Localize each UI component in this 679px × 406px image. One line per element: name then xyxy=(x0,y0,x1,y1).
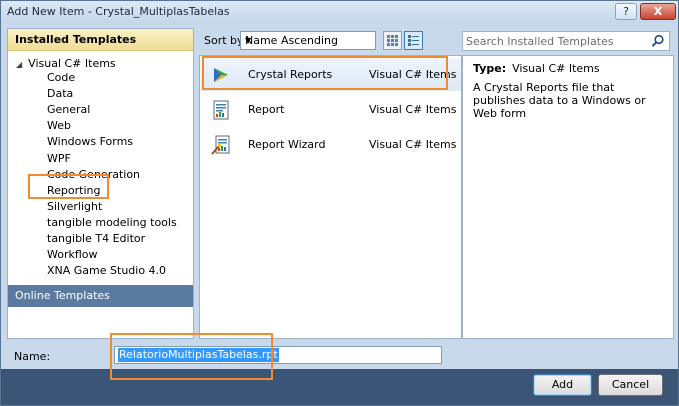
online-templates-header[interactable]: Online Templates xyxy=(8,285,193,307)
sort-by-dropdown[interactable]: Name Ascending ▼ xyxy=(240,31,376,50)
template-type-line: Type: Visual C# Items xyxy=(473,62,600,75)
online-templates-label: Online Templates xyxy=(15,289,110,302)
template-row-report-wizard[interactable]: Report Wizard Visual C# Items xyxy=(201,128,461,161)
tree-root-label: Visual C# Items xyxy=(28,57,116,70)
tree-item-code[interactable]: Code xyxy=(47,70,75,86)
crystal-reports-icon xyxy=(214,68,228,82)
installed-templates-label: Installed Templates xyxy=(15,33,137,46)
name-label: Name: xyxy=(14,350,51,363)
template-row-crystal-reports[interactable]: Crystal Reports Visual C# Items xyxy=(201,58,461,91)
template-details-panel: Type: Visual C# Items A Crystal Reports f… xyxy=(462,55,674,339)
tree-item-tangible-modeling-tools[interactable]: tangible modeling tools xyxy=(47,215,177,231)
template-name: Crystal Reports xyxy=(248,68,333,81)
tree-item-data[interactable]: Data xyxy=(47,86,73,102)
tree-item-general[interactable]: General xyxy=(47,102,90,118)
template-language: Visual C# Items xyxy=(369,138,457,151)
tree-item-code-generation[interactable]: Code Generation xyxy=(47,167,140,183)
window-title: Add New Item - Crystal_MultiplasTabelas xyxy=(7,5,230,18)
type-value: Visual C# Items xyxy=(512,62,600,75)
tree-item-xna-game-studio[interactable]: XNA Game Studio 4.0 xyxy=(47,263,166,279)
search-icon[interactable] xyxy=(651,34,665,48)
report-wizard-icon xyxy=(211,135,230,155)
tree-item-workflow[interactable]: Workflow xyxy=(47,247,98,263)
template-language: Visual C# Items xyxy=(369,103,457,116)
add-button[interactable]: Add xyxy=(533,374,592,396)
name-input-value: RelatorioMultiplasTabelas.rpt xyxy=(118,348,279,362)
installed-templates-header[interactable]: Installed Templates xyxy=(8,29,193,51)
close-button[interactable]: X xyxy=(640,3,676,20)
template-language: Visual C# Items xyxy=(369,68,457,81)
small-icons-grid-icon xyxy=(387,35,398,46)
add-new-item-dialog: Add New Item - Crystal_MultiplasTabelas … xyxy=(0,0,679,406)
tree-item-web[interactable]: Web xyxy=(47,118,71,134)
tree-item-silverlight[interactable]: Silverlight xyxy=(47,199,102,215)
tree-item-tangible-t4-editor[interactable]: tangible T4 Editor xyxy=(47,231,145,247)
cancel-button[interactable]: Cancel xyxy=(598,374,663,396)
title-bar: Add New Item - Crystal_MultiplasTabelas … xyxy=(1,1,678,23)
report-icon xyxy=(213,100,229,120)
list-view-button[interactable] xyxy=(404,31,423,50)
dropdown-arrow-icon: ▼ xyxy=(245,36,252,45)
tree-item-wpf[interactable]: WPF xyxy=(47,151,71,167)
name-input[interactable]: RelatorioMultiplasTabelas.rpt xyxy=(114,346,442,364)
list-view-icon xyxy=(408,35,419,46)
help-button[interactable]: ? xyxy=(615,3,637,20)
template-row-report[interactable]: Report Visual C# Items xyxy=(201,93,461,126)
type-label: Type: xyxy=(473,62,507,75)
tree-item-reporting[interactable]: Reporting xyxy=(47,183,100,199)
tree-root-visual-csharp[interactable]: ◢ Visual C# Items xyxy=(16,57,116,70)
templates-list-panel: Crystal Reports Visual C# Items Report V… xyxy=(199,55,462,339)
search-input[interactable] xyxy=(466,34,646,48)
search-box[interactable] xyxy=(462,31,670,51)
small-icons-view-button[interactable] xyxy=(383,31,402,50)
template-name: Report Wizard xyxy=(248,138,326,151)
expand-triangle-icon[interactable]: ◢ xyxy=(16,60,22,69)
templates-tree-panel: Installed Templates ◢ Visual C# Items Cod… xyxy=(7,28,194,339)
tree-item-windows-forms[interactable]: Windows Forms xyxy=(47,134,133,150)
template-name: Report xyxy=(248,103,285,116)
template-description: A Crystal Reports file that publishes da… xyxy=(473,81,646,120)
